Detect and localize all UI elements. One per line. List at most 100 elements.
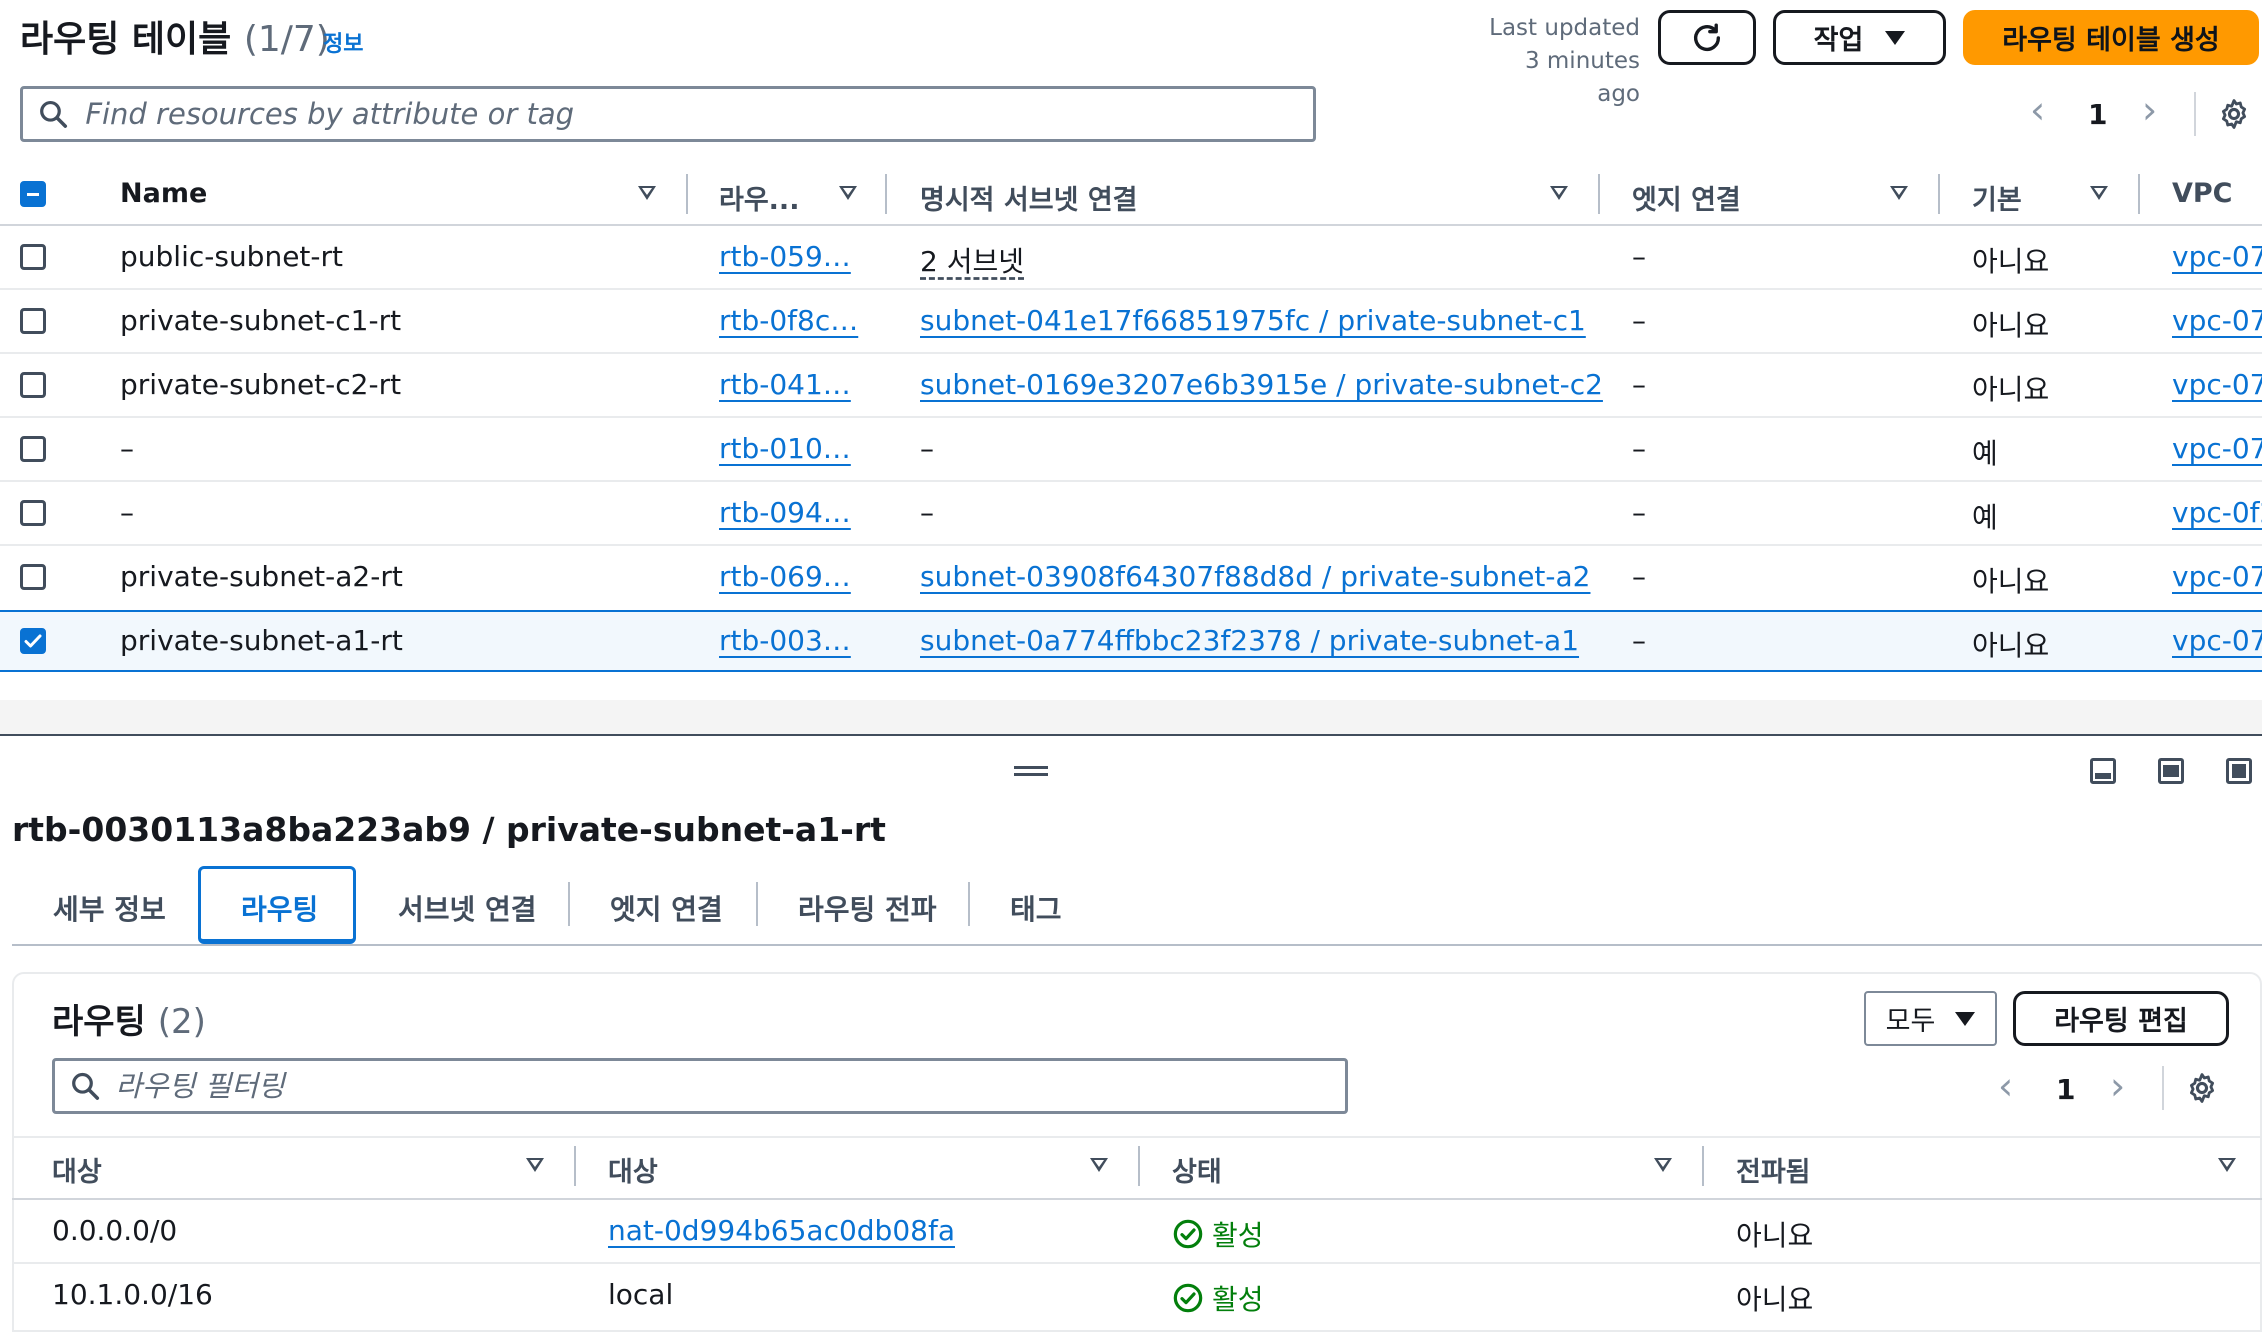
route-table-id-link[interactable]: rtb-059… bbox=[719, 240, 851, 273]
tab-routes[interactable]: 라우팅 bbox=[241, 888, 318, 928]
column-header-target[interactable]: 대상 bbox=[608, 1150, 658, 1189]
vpc-link[interactable]: vpc-0f2 bbox=[2172, 496, 2262, 529]
vpc-link[interactable]: vpc-07 bbox=[2172, 304, 2262, 337]
edit-routes-button[interactable]: 라우팅 편집 bbox=[2013, 991, 2229, 1046]
sort-icon[interactable] bbox=[1550, 186, 1568, 200]
route-table-id-link[interactable]: rtb-069… bbox=[719, 560, 851, 593]
resource-search[interactable] bbox=[20, 86, 1316, 142]
tab-tags[interactable]: 태그 bbox=[1010, 888, 1062, 928]
column-header-propagated[interactable]: 전파됨 bbox=[1736, 1150, 1811, 1189]
horizontal-scrollbar[interactable] bbox=[0, 700, 2262, 734]
next-page-icon[interactable]: › bbox=[2142, 88, 2157, 132]
vpc-link[interactable]: vpc-07 bbox=[2172, 432, 2262, 465]
table-row[interactable]: private-subnet-c2-rt rtb-041… subnet-016… bbox=[0, 354, 2262, 416]
subnet-link[interactable]: subnet-041e17f66851975fc / private-subne… bbox=[920, 304, 1586, 337]
sort-icon[interactable] bbox=[526, 1158, 544, 1172]
table-row-selected[interactable]: private-subnet-a1-rt rtb-003… subnet-0a7… bbox=[0, 610, 2262, 672]
sort-icon[interactable] bbox=[638, 186, 656, 200]
column-divider[interactable] bbox=[885, 174, 887, 214]
subnet-link[interactable]: subnet-0a774ffbbc23f2378 / private-subne… bbox=[920, 624, 1579, 657]
route-page-number[interactable]: 1 bbox=[2056, 1073, 2075, 1106]
route-search[interactable] bbox=[52, 1058, 1348, 1114]
table-row[interactable]: public-subnet-rt rtb-059… 2 서브넷 – 아니요 vp… bbox=[0, 226, 2262, 288]
next-page-icon[interactable]: › bbox=[2110, 1064, 2125, 1108]
subnet-association: – bbox=[920, 432, 934, 465]
row-checkbox[interactable] bbox=[20, 308, 46, 334]
row-checkbox-checked[interactable] bbox=[20, 628, 46, 654]
routes-title-text: 라우팅 bbox=[52, 1002, 146, 1042]
route-table-id-link[interactable]: rtb-010… bbox=[719, 432, 851, 465]
column-header-name[interactable]: Name bbox=[120, 178, 207, 209]
table-row[interactable]: private-subnet-a2-rt rtb-069… subnet-039… bbox=[0, 546, 2262, 608]
column-divider[interactable] bbox=[686, 174, 688, 214]
row-checkbox[interactable] bbox=[20, 500, 46, 526]
column-header-main[interactable]: 기본 bbox=[1972, 178, 2022, 217]
route-table-id-link[interactable]: rtb-094… bbox=[719, 496, 851, 529]
info-link[interactable]: 정보 bbox=[323, 26, 363, 58]
row-name: public-subnet-rt bbox=[120, 240, 344, 273]
vpc-link[interactable]: vpc-07 bbox=[2172, 368, 2262, 401]
prev-page-icon[interactable]: ‹ bbox=[2030, 88, 2045, 132]
column-header-edge[interactable]: 엣지 연결 bbox=[1632, 178, 1741, 217]
create-route-table-button[interactable]: 라우팅 테이블 생성 bbox=[1963, 10, 2259, 65]
sort-icon[interactable] bbox=[1654, 1158, 1672, 1172]
column-header-destination[interactable]: 대상 bbox=[52, 1150, 102, 1189]
route-row[interactable]: 0.0.0.0/0 nat-0d994b65ac0db08fa 활성 아니요 bbox=[12, 1200, 2262, 1262]
column-divider[interactable] bbox=[1702, 1146, 1704, 1186]
subnet-count[interactable]: 2 서브넷 bbox=[920, 240, 1024, 280]
tab-route-propagation[interactable]: 라우팅 전파 bbox=[798, 888, 937, 928]
gear-icon[interactable] bbox=[2185, 1071, 2219, 1105]
gear-icon[interactable] bbox=[2217, 97, 2251, 131]
panel-bottom-icon[interactable] bbox=[2090, 758, 2116, 784]
resize-handle-icon[interactable] bbox=[1014, 766, 1048, 776]
search-input[interactable] bbox=[83, 96, 1313, 132]
sort-icon[interactable] bbox=[2090, 186, 2108, 200]
refresh-button[interactable] bbox=[1658, 10, 1756, 65]
prev-page-icon[interactable]: ‹ bbox=[1998, 1064, 2013, 1108]
column-header-subnet[interactable]: 명시적 서브넷 연결 bbox=[920, 178, 1138, 217]
routes-header-top bbox=[12, 1136, 2262, 1138]
sort-icon[interactable] bbox=[839, 186, 857, 200]
sort-icon[interactable] bbox=[1890, 186, 1908, 200]
panel-side-icon[interactable] bbox=[2158, 758, 2184, 784]
tab-edge-associations[interactable]: 엣지 연결 bbox=[610, 888, 723, 928]
route-status-text: 활성 bbox=[1212, 1283, 1264, 1316]
column-divider[interactable] bbox=[1598, 174, 1600, 214]
route-target-link[interactable]: nat-0d994b65ac0db08fa bbox=[608, 1214, 955, 1247]
route-search-input[interactable] bbox=[113, 1068, 1345, 1104]
page-number[interactable]: 1 bbox=[2088, 98, 2107, 131]
column-divider[interactable] bbox=[2138, 174, 2140, 214]
panel-full-icon[interactable] bbox=[2226, 758, 2252, 784]
route-filter-select[interactable]: 모두 bbox=[1864, 991, 1997, 1046]
column-divider[interactable] bbox=[1138, 1146, 1140, 1186]
column-divider[interactable] bbox=[1938, 174, 1940, 214]
vpc-link[interactable]: vpc-07 bbox=[2172, 624, 2262, 657]
vpc-link[interactable]: vpc-07 bbox=[2172, 240, 2262, 273]
column-header-id[interactable]: 라우... bbox=[719, 178, 799, 217]
route-row[interactable]: 10.1.0.0/16 local 활성 아니요 bbox=[12, 1264, 2262, 1324]
table-row[interactable]: – rtb-094… – – 예 vpc-0f2 bbox=[0, 482, 2262, 544]
column-header-vpc[interactable]: VPC bbox=[2172, 178, 2233, 209]
sort-icon[interactable] bbox=[2218, 1158, 2236, 1172]
row-checkbox[interactable] bbox=[20, 244, 46, 270]
sort-icon[interactable] bbox=[1090, 1158, 1108, 1172]
route-table-id-link[interactable]: rtb-041… bbox=[719, 368, 851, 401]
row-checkbox[interactable] bbox=[20, 372, 46, 398]
column-header-status[interactable]: 상태 bbox=[1172, 1150, 1222, 1189]
subnet-link[interactable]: subnet-0169e3207e6b3915e / private-subne… bbox=[920, 368, 1603, 401]
table-row[interactable]: private-subnet-c1-rt rtb-0f8c… subnet-04… bbox=[0, 290, 2262, 352]
row-checkbox[interactable] bbox=[20, 564, 46, 590]
route-table-id-link[interactable]: rtb-003… bbox=[719, 624, 851, 657]
vpc-link[interactable]: vpc-07 bbox=[2172, 560, 2262, 593]
row-checkbox[interactable] bbox=[20, 436, 46, 462]
main-flag: 아니요 bbox=[1972, 309, 2050, 342]
column-divider[interactable] bbox=[574, 1146, 576, 1186]
select-all-checkbox[interactable] bbox=[20, 181, 46, 207]
tab-subnet-associations[interactable]: 서브넷 연결 bbox=[398, 888, 537, 928]
table-row[interactable]: – rtb-010… – – 예 vpc-07 bbox=[0, 418, 2262, 480]
tab-details[interactable]: 세부 정보 bbox=[53, 888, 166, 928]
route-status-text: 활성 bbox=[1212, 1219, 1264, 1252]
actions-button[interactable]: 작업 bbox=[1773, 10, 1946, 65]
subnet-link[interactable]: subnet-03908f64307f88d8d / private-subne… bbox=[920, 560, 1590, 593]
route-table-id-link[interactable]: rtb-0f8c… bbox=[719, 304, 858, 337]
